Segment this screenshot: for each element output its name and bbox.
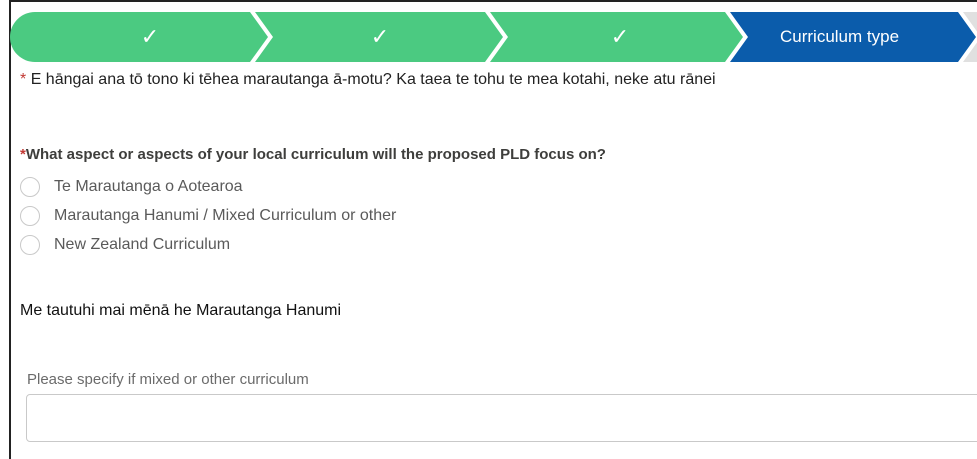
progress-path: ✓ ✓ ✓ Curriculum type	[10, 12, 977, 62]
stage-current-label: Curriculum type	[780, 27, 900, 46]
radio-option-te-marautanga[interactable]: Te Marautanga o Aotearoa	[20, 175, 243, 199]
form-frame	[9, 0, 977, 459]
stage-3-check-icon: ✓	[610, 24, 630, 49]
question-local-curriculum-text: What aspect or aspects of your local cur…	[25, 146, 606, 163]
required-marker: *	[20, 71, 27, 88]
radio-button[interactable]	[20, 206, 40, 226]
question-national-curriculum-text: E hāngai ana tō tono ki tēhea marautanga…	[30, 71, 716, 88]
radio-option-nz-curriculum[interactable]: New Zealand Curriculum	[20, 233, 230, 257]
radio-button[interactable]	[20, 235, 40, 255]
mixed-curriculum-field-label: Please specify if mixed or other curricu…	[27, 371, 309, 388]
radio-label: Te Marautanga o Aotearoa	[54, 178, 243, 195]
radio-button[interactable]	[20, 177, 40, 197]
question-local-curriculum: *What aspect or aspects of your local cu…	[20, 146, 606, 163]
radio-label: New Zealand Curriculum	[54, 236, 231, 253]
question-national-curriculum: * E hāngai ana tō tono ki tēhea marautan…	[20, 71, 716, 89]
radio-option-mixed-curriculum[interactable]: Marautanga Hanumi / Mixed Curriculum or …	[20, 204, 396, 228]
stage-2-check-icon: ✓	[370, 24, 390, 49]
mixed-curriculum-heading: Me tautuhi mai mēnā he Marautanga Hanumi	[20, 302, 342, 319]
stage-1-check-icon: ✓	[140, 24, 160, 49]
radio-label: Marautanga Hanumi / Mixed Curriculum or …	[54, 207, 397, 224]
mixed-curriculum-input[interactable]	[26, 394, 977, 442]
